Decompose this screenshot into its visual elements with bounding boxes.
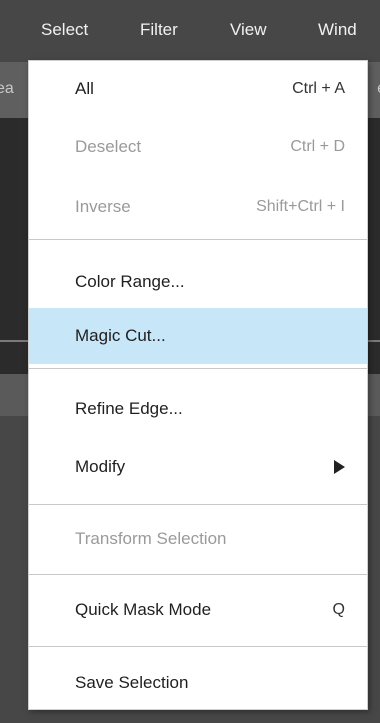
menu-item-label: Refine Edge... bbox=[75, 399, 183, 418]
menu-item-shortcut: Ctrl + A bbox=[292, 80, 345, 97]
menu-item-refine-edge[interactable]: Refine Edge... bbox=[29, 381, 367, 437]
menu-item-shortcut: Shift+Ctrl + I bbox=[256, 198, 345, 215]
menu-item-label: Inverse bbox=[75, 197, 131, 216]
menu-separator bbox=[29, 574, 367, 575]
tab-label-fragment-left[interactable]: ea bbox=[0, 80, 14, 98]
menu-item-label: Color Range... bbox=[75, 272, 185, 291]
menu-item-modify[interactable]: Modify bbox=[29, 439, 367, 495]
menu-separator bbox=[29, 504, 367, 505]
menu-separator bbox=[29, 646, 367, 647]
menu-item-save-selection[interactable]: Save Selection bbox=[29, 655, 367, 711]
menu-item-magic-cut[interactable]: Magic Cut... bbox=[29, 308, 367, 364]
select-menu-dropdown: All Ctrl + A Deselect Ctrl + D Inverse S… bbox=[28, 60, 368, 710]
menu-item-label: Modify bbox=[75, 457, 126, 476]
menu-item-label: Transform Selection bbox=[75, 529, 227, 548]
menu-item-label: Quick Mask Mode bbox=[75, 600, 212, 619]
menu-item-transform-selection: Transform Selection bbox=[29, 511, 367, 567]
menu-item-label: All bbox=[75, 79, 94, 98]
menu-item-deselect: Deselect Ctrl + D bbox=[29, 119, 367, 175]
chevron-right-icon bbox=[334, 460, 345, 474]
menu-item-shortcut: Q bbox=[332, 601, 345, 618]
menu-bar: Select Filter View Wind bbox=[0, 0, 380, 63]
menubar-item-filter[interactable]: Filter bbox=[140, 20, 178, 40]
menu-item-shortcut: Ctrl + D bbox=[290, 138, 345, 155]
menu-item-quick-mask-mode[interactable]: Quick Mask Mode Q bbox=[29, 582, 367, 638]
menu-item-all[interactable]: All Ctrl + A bbox=[29, 61, 367, 117]
menu-item-color-range[interactable]: Color Range... bbox=[29, 254, 367, 310]
menu-item-label: Magic Cut... bbox=[75, 326, 166, 345]
menu-item-label: Deselect bbox=[75, 137, 142, 156]
app-window: Select Filter View Wind ea e All Ctrl + … bbox=[0, 0, 380, 723]
menu-item-inverse: Inverse Shift+Ctrl + I bbox=[29, 179, 367, 235]
menu-separator bbox=[29, 239, 367, 240]
menubar-item-window[interactable]: Wind bbox=[318, 20, 357, 40]
menubar-item-view[interactable]: View bbox=[230, 20, 267, 40]
menubar-item-select[interactable]: Select bbox=[41, 20, 88, 40]
menu-separator bbox=[29, 368, 367, 369]
menu-item-label: Save Selection bbox=[75, 673, 189, 692]
